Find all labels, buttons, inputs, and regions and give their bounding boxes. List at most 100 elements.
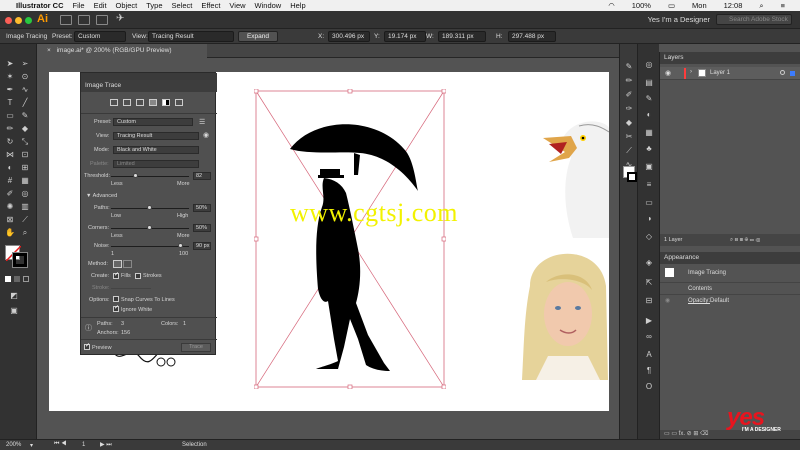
none-mode-icon[interactable]: [23, 276, 29, 282]
fills-checkbox[interactable]: [113, 271, 119, 279]
corners-value[interactable]: 50%: [193, 224, 211, 232]
layers-panel-header[interactable]: Layers: [660, 52, 800, 64]
menu-file[interactable]: File: [73, 1, 85, 10]
curvature-tool-icon[interactable]: ∿: [20, 85, 30, 94]
control-preset-dropdown[interactable]: Custom: [74, 31, 126, 42]
view-dropdown[interactable]: Tracing Result: [113, 132, 199, 140]
play-action-icon[interactable]: ▶: [644, 316, 654, 325]
zoom-window-button[interactable]: [25, 17, 32, 24]
close-icon[interactable]: ×: [47, 47, 51, 54]
menu-help[interactable]: Help: [290, 1, 305, 10]
bridge-icon[interactable]: [60, 15, 72, 25]
traced-image[interactable]: [254, 89, 446, 389]
snap-curves-checkbox[interactable]: [113, 296, 119, 302]
control-view-dropdown[interactable]: Tracing Result: [148, 31, 234, 42]
rectangle-tool-icon[interactable]: ▭: [5, 111, 15, 120]
screen-mode-icon[interactable]: ▣: [9, 306, 19, 315]
layer-expand-icon[interactable]: ›: [690, 69, 692, 75]
y-field[interactable]: 19.174 px: [384, 31, 426, 42]
black-white-icon[interactable]: [162, 99, 170, 106]
expand-button[interactable]: Expand: [238, 31, 278, 42]
eyedropper-icon[interactable]: ✐: [5, 189, 15, 198]
links-icon[interactable]: ∞: [644, 332, 654, 341]
menu-effect[interactable]: Effect: [201, 1, 220, 10]
preview-checkbox[interactable]: [84, 342, 90, 350]
appearance-opacity-row[interactable]: ◉ Opacity: Default: [660, 294, 800, 306]
free-transform-icon[interactable]: ⊡: [20, 150, 30, 159]
properties-icon[interactable]: ◎: [644, 60, 654, 69]
layers-footer-icons[interactable]: ⌕ ⊟ ⊞ ⊕ ▭ ⌫: [730, 234, 760, 246]
pencil-tool-icon[interactable]: ✏: [5, 124, 15, 133]
layer-visibility-eye-icon[interactable]: ◉: [665, 69, 671, 77]
panel-grip[interactable]: [81, 73, 217, 80]
eraser-alt-icon[interactable]: ◆: [624, 118, 634, 127]
eye-icon[interactable]: ◉: [203, 131, 209, 139]
threshold-slider-track[interactable]: [111, 176, 189, 177]
blend-tool-icon[interactable]: ◎: [20, 189, 30, 198]
grayscale-icon[interactable]: [149, 99, 157, 106]
knife-icon[interactable]: ⟋: [624, 146, 634, 155]
abutting-method-icon[interactable]: [113, 260, 122, 268]
clock-time[interactable]: 12:08: [724, 1, 743, 10]
low-color-icon[interactable]: [136, 99, 144, 106]
scissors-icon[interactable]: ✂: [624, 132, 634, 141]
zoom-dropdown-icon[interactable]: ▾: [30, 442, 33, 449]
preset-menu-icon[interactable]: ☰: [199, 118, 205, 126]
advanced-toggle[interactable]: ▼ Advanced: [86, 193, 117, 199]
mode-dropdown[interactable]: Black and White: [113, 146, 199, 154]
appearance-footer-icons[interactable]: ▭ ▭ fx. ⊘ ⊞ ⌫: [664, 430, 709, 437]
search-icon[interactable]: ⌕: [759, 1, 763, 11]
graphic-styles-icon[interactable]: ▣: [644, 162, 654, 171]
strokes-checkbox[interactable]: [135, 273, 141, 279]
pen-tool-icon[interactable]: ✒: [5, 85, 15, 94]
w-field[interactable]: 189.311 px: [438, 31, 486, 42]
artboard-number[interactable]: 1: [82, 442, 85, 448]
menu-edit[interactable]: Edit: [94, 1, 107, 10]
overlapping-method-icon[interactable]: [123, 260, 132, 268]
minimize-window-button[interactable]: [15, 17, 22, 24]
shaper-tool-icon[interactable]: ✑: [624, 104, 634, 113]
paintbrush-alt-icon[interactable]: ✎: [624, 62, 634, 71]
menu-icon[interactable]: ≡: [781, 1, 785, 10]
type-tool-icon[interactable]: T: [5, 98, 15, 107]
paths-value[interactable]: 50%: [193, 204, 211, 212]
ignore-white-checkbox[interactable]: [113, 304, 119, 312]
close-window-button[interactable]: [5, 17, 12, 24]
rotate-tool-icon[interactable]: ↻: [5, 137, 15, 146]
menu-view[interactable]: View: [229, 1, 245, 10]
threshold-value[interactable]: 82: [193, 172, 211, 180]
stroke-swatch-mini[interactable]: [627, 172, 637, 182]
seagull-photo[interactable]: [543, 118, 609, 238]
menu-object[interactable]: Object: [116, 1, 138, 10]
menu-select[interactable]: Select: [172, 1, 193, 10]
layer-target-icon[interactable]: [780, 70, 785, 75]
paths-slider-thumb[interactable]: [147, 205, 152, 210]
shape-builder-icon[interactable]: ◐: [5, 163, 15, 172]
layer-row[interactable]: ◉ › Layer 1: [660, 67, 800, 80]
width-tool-icon[interactable]: ⋈: [5, 150, 15, 159]
preset-dropdown[interactable]: Custom: [113, 118, 193, 126]
workspace-switcher[interactable]: Yes I'm a Designer: [648, 15, 710, 24]
zoom-tool-icon[interactable]: ⌕: [20, 228, 30, 237]
transparency-icon[interactable]: ◑: [644, 214, 654, 223]
libraries-icon[interactable]: ▤: [644, 78, 654, 87]
scale-tool-icon[interactable]: ⤡: [20, 137, 30, 146]
perspective-grid-icon[interactable]: ⊞: [20, 163, 30, 172]
menu-type[interactable]: Type: [146, 1, 162, 10]
opacity-label[interactable]: Opacity:: [688, 298, 710, 304]
direct-selection-tool-icon[interactable]: ➢: [20, 59, 30, 68]
paragraph-icon[interactable]: ¶: [644, 366, 654, 375]
stock-icon[interactable]: [78, 15, 90, 25]
appearance-panel-header[interactable]: Appearance: [660, 252, 800, 264]
trace-button[interactable]: Trace: [181, 343, 211, 352]
appearance-contents-row[interactable]: Contents: [660, 282, 800, 294]
symbol-sprayer-icon[interactable]: ✺: [5, 202, 15, 211]
line-tool-icon[interactable]: ╱: [20, 98, 30, 107]
arrange-documents-icon[interactable]: [96, 15, 108, 25]
column-graph-icon[interactable]: ▥: [20, 202, 30, 211]
swatches-icon[interactable]: ▦: [644, 128, 654, 137]
color-mode-icon[interactable]: [5, 276, 11, 282]
wifi-icon[interactable]: ◠: [608, 1, 615, 10]
noise-slider-thumb[interactable]: [178, 243, 184, 248]
paintbrush-icon[interactable]: ✎: [20, 111, 30, 120]
